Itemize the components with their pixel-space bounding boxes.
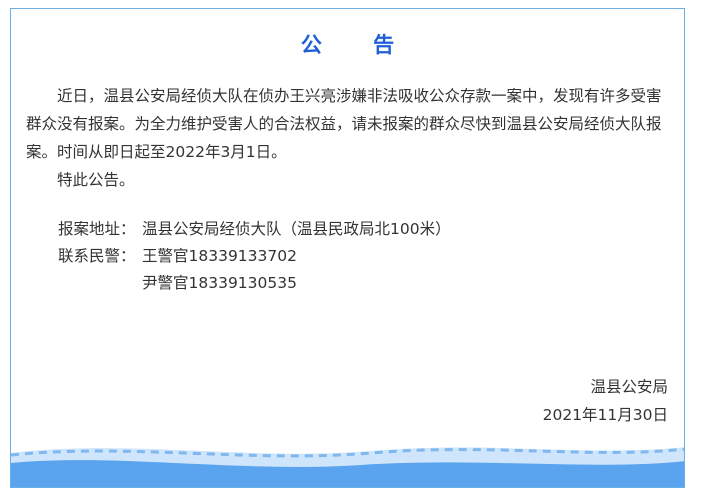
- contact-officer-2: 尹警官18339130535: [142, 274, 297, 292]
- notice-paragraph-main: 近日，温县公安局经侦大队在侦办王兴亮涉嫌非法吸收公众存款一案中，发现有许多受害群…: [26, 87, 662, 161]
- contact-label: 联系民警：: [58, 247, 136, 265]
- notice-body: 近日，温县公安局经侦大队在侦办王兴亮涉嫌非法吸收公众存款一案中，发现有许多受害群…: [26, 82, 671, 297]
- wave-decoration: [11, 447, 684, 487]
- notice-paragraph-closing: 特此公告。: [57, 171, 135, 189]
- issuer-name: 温县公安局: [590, 378, 668, 396]
- address-value: 温县公安局经侦大队（温县民政局北100米）: [142, 220, 451, 238]
- contact-row-2: 尹警官18339130535: [26, 270, 671, 297]
- contact-officer-1: 王警官18339133702: [142, 247, 297, 265]
- contact-row: 联系民警： 王警官18339133702: [26, 243, 671, 270]
- notice-frame: 公 告 近日，温县公安局经侦大队在侦办王兴亮涉嫌非法吸收公众存款一案中，发现有许…: [10, 8, 685, 488]
- notice-title: 公 告: [300, 33, 417, 57]
- address-row: 报案地址： 温县公安局经侦大队（温县民政局北100米）: [26, 216, 671, 243]
- address-label: 报案地址：: [58, 220, 136, 238]
- issue-date: 2021年11月30日: [542, 406, 668, 424]
